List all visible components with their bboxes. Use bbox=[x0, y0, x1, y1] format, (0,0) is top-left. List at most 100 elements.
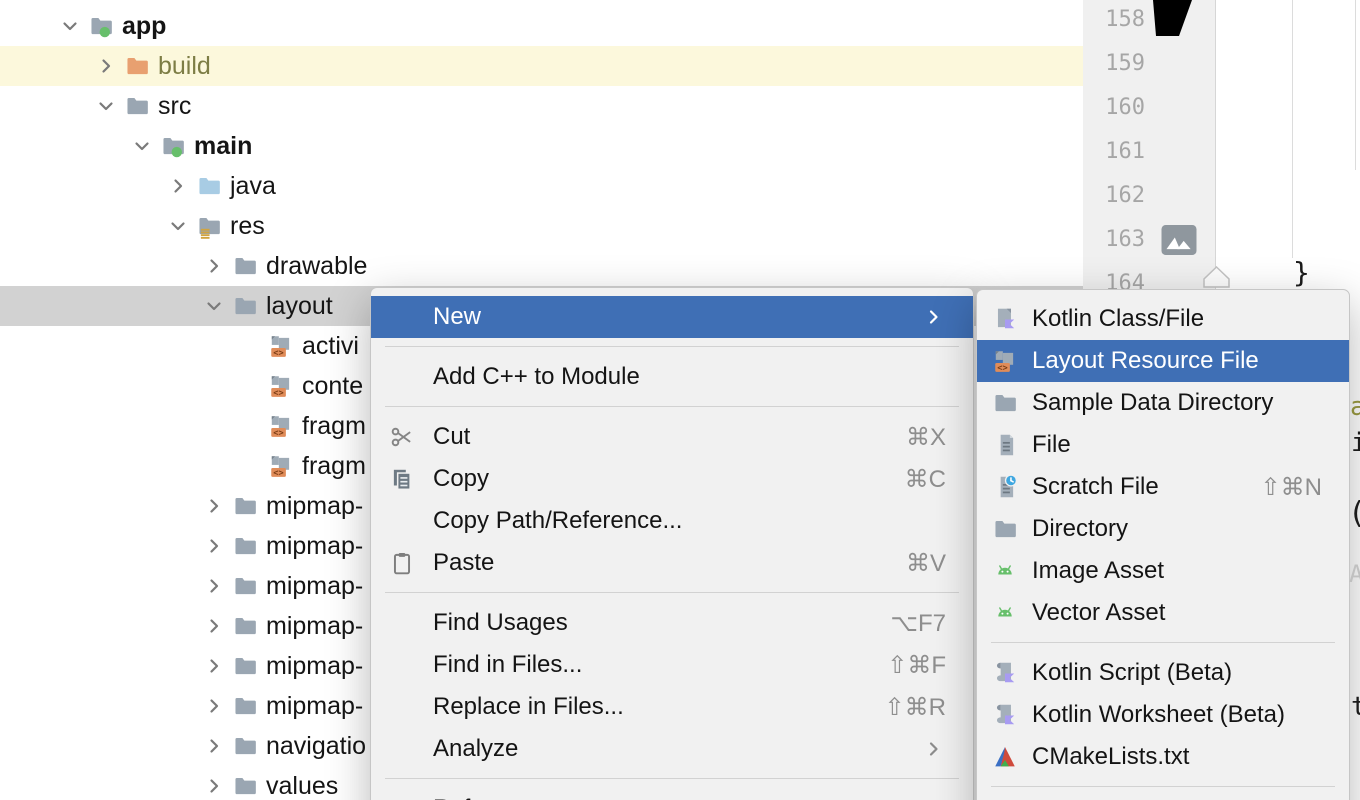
tree-item-drawable[interactable]: drawable bbox=[0, 246, 1083, 286]
menu-item-kotlin-class-file[interactable]: Kotlin Class/File bbox=[977, 298, 1349, 340]
tree-item-build[interactable]: build bbox=[0, 46, 1083, 86]
menu-separator bbox=[977, 778, 1349, 796]
svg-text:<>: <> bbox=[273, 428, 283, 438]
android-studio-window: appbuildsrcmainjavaresdrawablelayout<>ac… bbox=[0, 0, 1360, 800]
chevron-down-icon[interactable] bbox=[130, 134, 154, 158]
chevron-right-icon[interactable] bbox=[166, 174, 190, 198]
menu-item-replace-in-files[interactable]: Replace in Files...⇧⌘R bbox=[371, 686, 973, 728]
menu-item-label: Image Asset bbox=[1032, 557, 1164, 585]
menu-item-label: Find in Files... bbox=[433, 651, 582, 679]
folder-res-icon bbox=[196, 213, 222, 239]
line-number: 160 bbox=[1083, 93, 1145, 123]
kotlin-file-icon bbox=[977, 306, 1032, 332]
kotlin-script-icon bbox=[977, 702, 1032, 728]
chevron-down-icon[interactable] bbox=[58, 14, 82, 38]
tree-item-res[interactable]: res bbox=[0, 206, 1083, 246]
menu-item-refactor[interactable]: Refactor bbox=[371, 788, 973, 800]
indent-guide bbox=[1355, 0, 1356, 170]
tree-item-label: mipmap- bbox=[266, 646, 363, 686]
tree-item-label: mipmap- bbox=[266, 606, 363, 646]
menu-item-label: Directory bbox=[1032, 515, 1128, 543]
menu-item-analyze[interactable]: Analyze bbox=[371, 728, 973, 770]
menu-item-sample-data-directory[interactable]: Sample Data Directory bbox=[977, 382, 1349, 424]
svg-text:<>: <> bbox=[273, 348, 283, 358]
menu-item-add-c-to-module[interactable]: Add C++ to Module bbox=[371, 356, 973, 398]
chevron-right-icon[interactable] bbox=[202, 774, 226, 798]
chevron-right-icon[interactable] bbox=[202, 654, 226, 678]
chevron-down-icon[interactable] bbox=[94, 94, 118, 118]
tree-item-src[interactable]: src bbox=[0, 86, 1083, 126]
line-number: 161 bbox=[1083, 137, 1145, 167]
folder-build-icon bbox=[124, 53, 150, 79]
menu-item-label: Add C++ to Module bbox=[433, 363, 640, 391]
chevron-down-icon[interactable] bbox=[166, 214, 190, 238]
menu-item-cut[interactable]: Cut⌘X bbox=[371, 416, 973, 458]
chevron-right-icon[interactable] bbox=[202, 494, 226, 518]
mouse-cursor-shape bbox=[1150, 0, 1196, 37]
tree-item-main[interactable]: main bbox=[0, 126, 1083, 166]
android-icon bbox=[977, 600, 1032, 626]
chevron-right-icon[interactable] bbox=[202, 574, 226, 598]
menu-item-find-usages[interactable]: Find Usages⌥F7 bbox=[371, 602, 973, 644]
chevron-right-icon[interactable] bbox=[202, 614, 226, 638]
tree-item-label: fragm bbox=[302, 406, 366, 446]
folder-icon bbox=[232, 293, 258, 319]
layout-file-icon: <> bbox=[268, 373, 294, 399]
menu-item-kotlin-worksheet-beta[interactable]: Kotlin Worksheet (Beta) bbox=[977, 694, 1349, 736]
menu-item-shortcut: ⌘X bbox=[906, 423, 946, 452]
menu-item-vector-asset[interactable]: Vector Asset bbox=[977, 592, 1349, 634]
chevron-right-icon[interactable] bbox=[202, 734, 226, 758]
svg-text:<>: <> bbox=[273, 388, 283, 398]
layout-file-icon: <> bbox=[268, 453, 294, 479]
folder-icon bbox=[232, 653, 258, 679]
menu-item-label: Paste bbox=[433, 549, 494, 577]
menu-item-label: File bbox=[1032, 431, 1071, 459]
line-number: 162 bbox=[1083, 181, 1145, 211]
menu-item-label: Analyze bbox=[433, 735, 518, 763]
svg-text:<>: <> bbox=[997, 363, 1007, 373]
layout-file-icon: <> bbox=[268, 333, 294, 359]
menu-item-kotlin-script-beta[interactable]: Kotlin Script (Beta) bbox=[977, 652, 1349, 694]
menu-item-copy[interactable]: Copy⌘C bbox=[371, 458, 973, 500]
menu-item-label: Copy Path/Reference... bbox=[433, 507, 682, 535]
menu-item-layout-resource-file[interactable]: <>Layout Resource File bbox=[977, 340, 1349, 382]
folder-icon bbox=[232, 253, 258, 279]
tree-item-label: fragm bbox=[302, 446, 366, 486]
menu-item-label: Kotlin Class/File bbox=[1032, 305, 1204, 333]
menu-item-new[interactable]: New bbox=[371, 296, 973, 338]
folder-icon bbox=[232, 733, 258, 759]
menu-item-file[interactable]: File bbox=[977, 424, 1349, 466]
tree-item-app[interactable]: app bbox=[0, 6, 1083, 46]
chevron-right-icon[interactable] bbox=[202, 254, 226, 278]
menu-item-label: New bbox=[433, 303, 481, 331]
code-fragment: ( bbox=[1348, 496, 1360, 531]
scissors-icon bbox=[371, 424, 433, 450]
new-submenu: Kotlin Class/File<>Layout Resource FileS… bbox=[976, 289, 1350, 800]
menu-item-scratch-file[interactable]: Scratch File⇧⌘N bbox=[977, 466, 1349, 508]
chevron-right-icon[interactable] bbox=[94, 54, 118, 78]
android-icon bbox=[977, 558, 1032, 584]
menu-item-cmakelists-txt[interactable]: CMakeLists.txt bbox=[977, 736, 1349, 778]
chevron-right-icon[interactable] bbox=[202, 534, 226, 558]
tree-item-label: app bbox=[122, 6, 166, 46]
gutter-handle-icon[interactable] bbox=[1203, 266, 1230, 288]
menu-item-label: Find Usages bbox=[433, 609, 568, 637]
layout-file-icon: <> bbox=[977, 348, 1032, 374]
submenu-arrow-icon bbox=[922, 305, 946, 329]
menu-item-label: Replace in Files... bbox=[433, 693, 624, 721]
code-fragment: a bbox=[1350, 392, 1360, 422]
menu-item-image-asset[interactable]: Image Asset bbox=[977, 550, 1349, 592]
code-fragment: A bbox=[1349, 560, 1360, 588]
menu-item-copy-path-reference[interactable]: Copy Path/Reference... bbox=[371, 500, 973, 542]
tree-item-label: mipmap- bbox=[266, 686, 363, 726]
menu-item-paste[interactable]: Paste⌘V bbox=[371, 542, 973, 584]
menu-item-label: Kotlin Worksheet (Beta) bbox=[1032, 701, 1285, 729]
chevron-down-icon[interactable] bbox=[202, 294, 226, 318]
code-fragment: i bbox=[1351, 428, 1360, 458]
chevron-right-icon[interactable] bbox=[202, 694, 226, 718]
tree-item-java[interactable]: java bbox=[0, 166, 1083, 206]
menu-item-directory[interactable]: Directory bbox=[977, 508, 1349, 550]
folder-icon bbox=[232, 613, 258, 639]
menu-item-find-in-files[interactable]: Find in Files...⇧⌘F bbox=[371, 644, 973, 686]
image-preview-gutter-icon[interactable] bbox=[1159, 223, 1199, 257]
